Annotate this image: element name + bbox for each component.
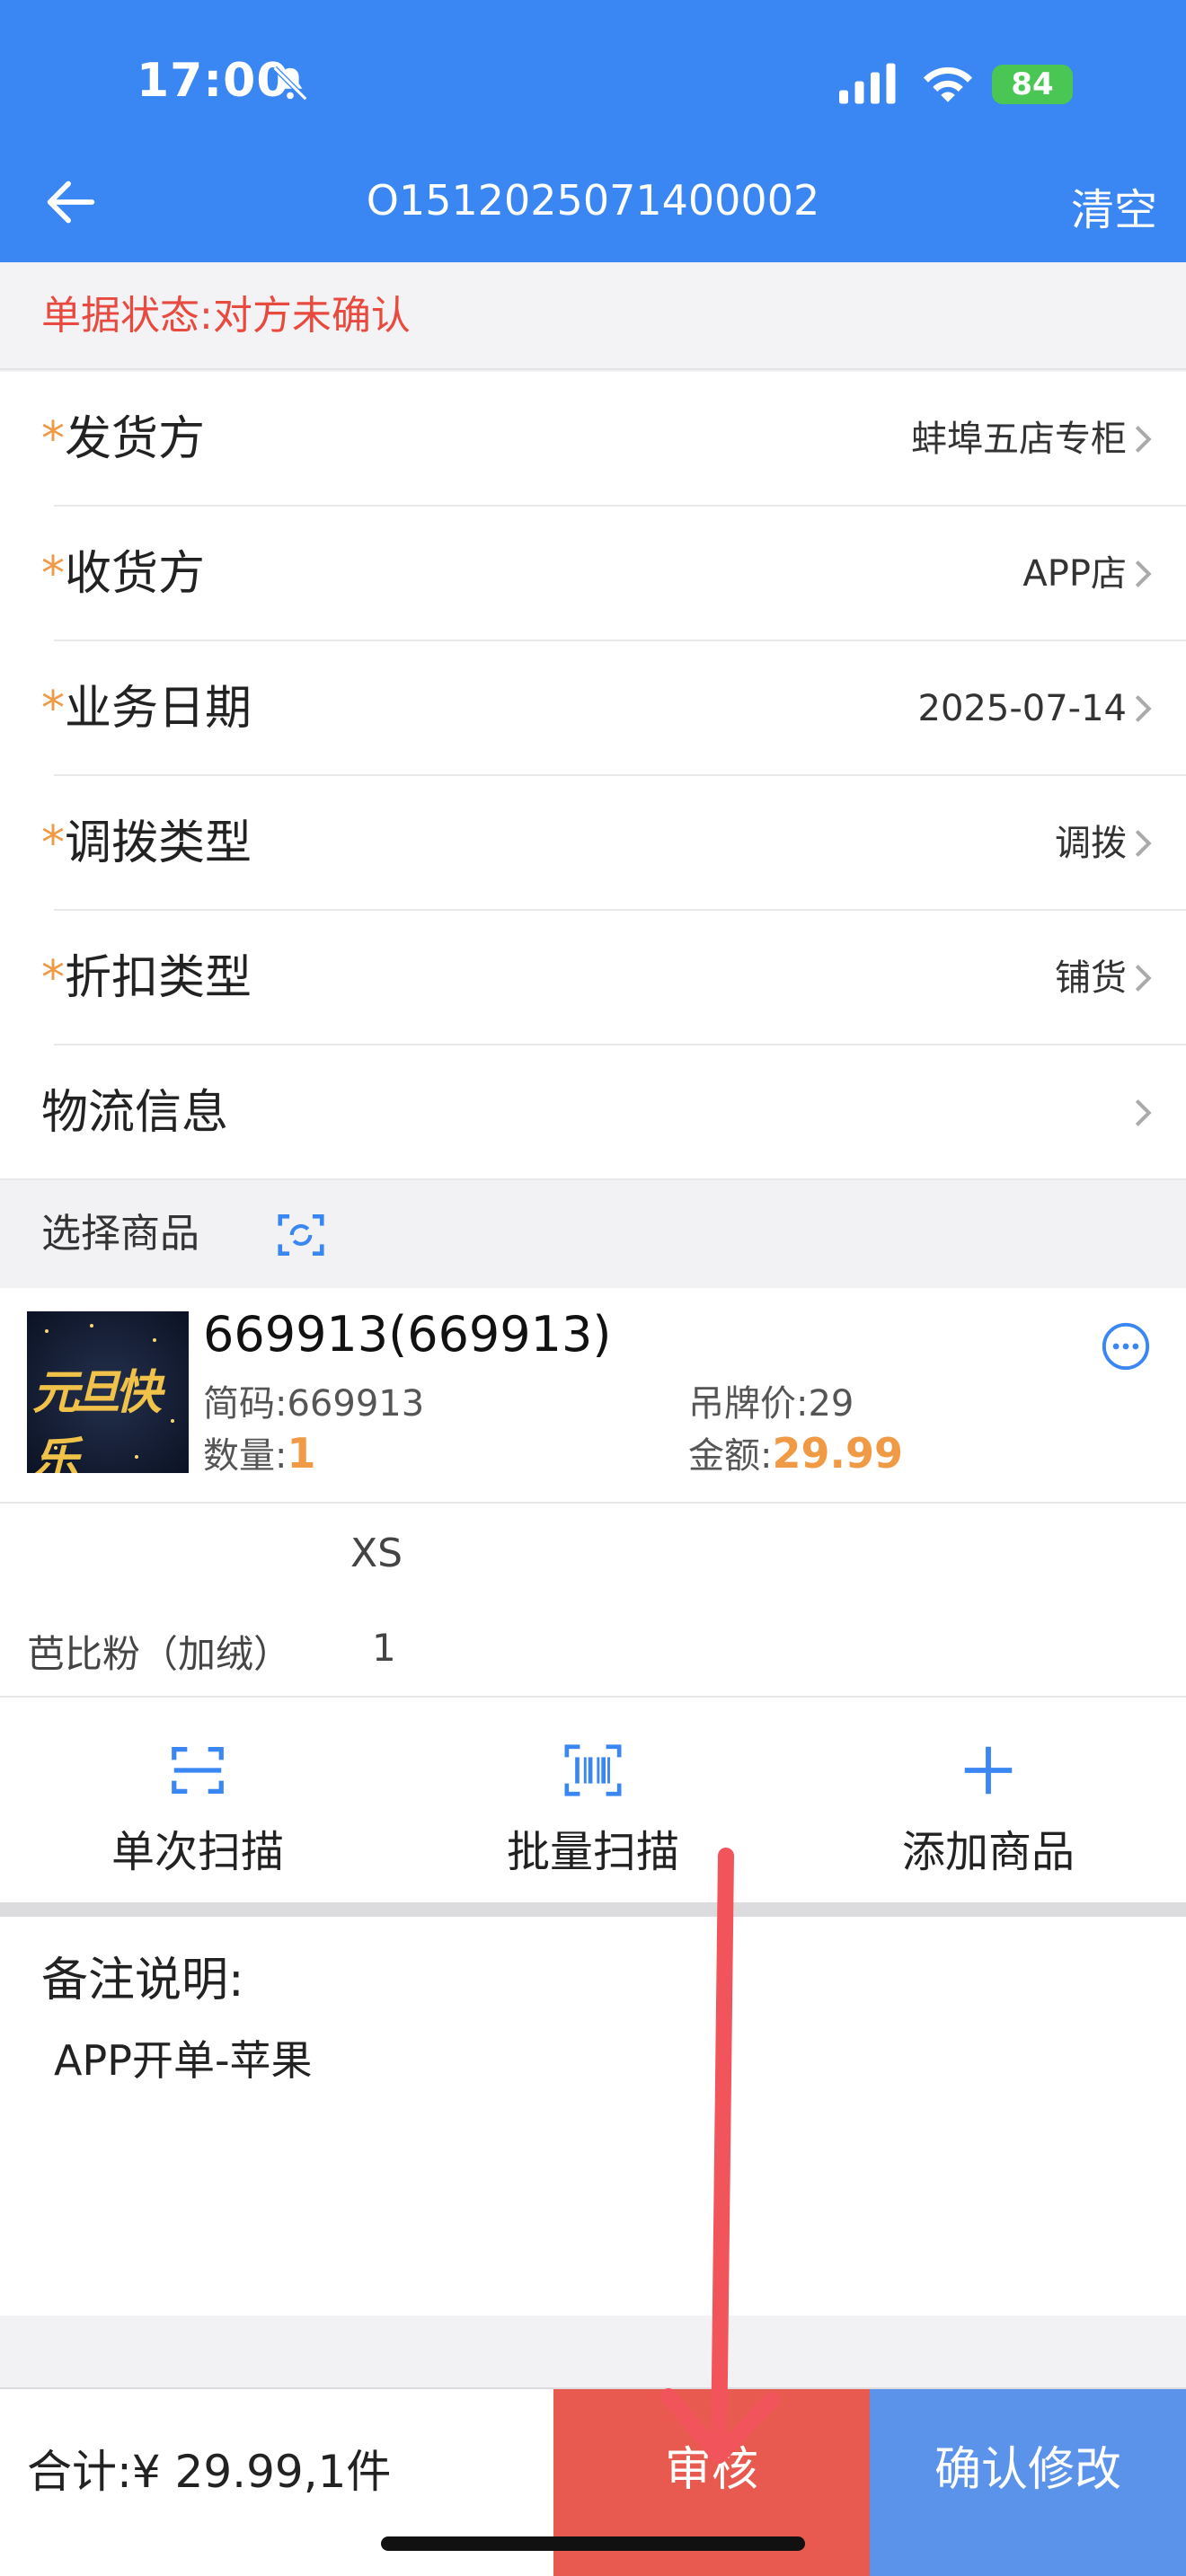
product-code: 简码:669913 xyxy=(203,1383,425,1425)
chevron-right-icon xyxy=(1135,965,1152,992)
row-value: 铺货 xyxy=(1055,957,1127,999)
page-title: O1512025071400002 xyxy=(366,176,820,225)
home-indicator xyxy=(381,2536,805,2551)
chevron-right-icon xyxy=(1135,426,1152,453)
row-value: 蚌埠五店专柜 xyxy=(911,419,1127,460)
row-label: 物流信息 xyxy=(41,1086,229,1140)
bell-muted-icon xyxy=(272,66,308,101)
section-divider xyxy=(0,1902,1186,1917)
row-value: 调拨 xyxy=(1055,823,1127,864)
form-row-logistics[interactable]: 物流信息 xyxy=(0,1045,1186,1180)
wifi-icon xyxy=(923,66,973,102)
required-mark: * xyxy=(41,412,65,466)
row-label: 折扣类型 xyxy=(65,951,252,1005)
form-row-shipper[interactable]: *发货方 蚌埠五店专柜 xyxy=(0,372,1186,507)
remarks-section[interactable]: 备注说明: APP开单-苹果 xyxy=(0,1917,1186,2316)
product-amount: 金额:29.99 xyxy=(688,1429,903,1478)
plus-icon xyxy=(964,1746,1013,1795)
select-products-header: 选择商品 xyxy=(0,1180,1186,1288)
row-label: 业务日期 xyxy=(65,682,252,736)
status-time: 17:00 xyxy=(137,54,290,108)
total-summary: 合计:¥ 29.99,1件 xyxy=(27,2446,392,2498)
single-scan-button[interactable]: 单次扫描 xyxy=(0,1698,395,1902)
more-options-icon[interactable] xyxy=(1100,1320,1152,1372)
product-quantity: 数量:1 xyxy=(203,1429,316,1478)
required-mark: * xyxy=(41,682,65,736)
action-label: 单次扫描 xyxy=(111,1827,284,1877)
remarks-title: 备注说明: xyxy=(41,1954,244,2007)
form-row-business-date[interactable]: *业务日期 2025-07-14 xyxy=(0,641,1186,776)
row-value: APP店 xyxy=(1022,553,1127,595)
clear-button[interactable]: 清空 xyxy=(1071,174,1157,237)
form-list: *发货方 蚌埠五店专柜 *收货方 APP店 *业务日期 2025-07-14 *… xyxy=(0,372,1186,1180)
required-mark: * xyxy=(41,547,65,601)
chevron-right-icon xyxy=(1135,560,1152,587)
row-label: 发货方 xyxy=(65,412,206,466)
required-mark: * xyxy=(41,951,65,1005)
batch-scan-button[interactable]: 批量扫描 xyxy=(395,1698,791,1902)
chevron-right-icon xyxy=(1135,1099,1152,1126)
scan-frame-icon xyxy=(172,1747,224,1794)
confirm-edit-button[interactable]: 确认修改 xyxy=(870,2389,1186,2576)
required-mark: * xyxy=(41,816,65,870)
product-name: 669913(669913) xyxy=(203,1306,612,1363)
action-bar: 单次扫描 批量扫描 添加商品 xyxy=(0,1698,1186,1902)
signal-icon xyxy=(839,63,896,104)
row-label: 收货方 xyxy=(65,547,206,601)
color-label: 芭比粉（加绒） xyxy=(27,1632,292,1676)
row-label: 调拨类型 xyxy=(65,816,252,870)
form-row-discount-type[interactable]: *折扣类型 铺货 xyxy=(0,911,1186,1045)
app-header: 17:00 84 O1512025071400002 清空 xyxy=(0,0,1186,262)
form-row-receiver[interactable]: *收货方 APP店 xyxy=(0,507,1186,641)
barcode-icon xyxy=(564,1744,622,1796)
scan-refresh-icon[interactable] xyxy=(273,1207,329,1263)
add-product-button[interactable]: 添加商品 xyxy=(791,1698,1186,1902)
thumbnail-text: 元旦快乐 xyxy=(32,1366,162,1473)
remarks-text[interactable]: APP开单-苹果 xyxy=(54,2028,313,2087)
product-card[interactable]: 元旦快乐 669913(669913) 简码:669913 吊牌价:29 数量:… xyxy=(0,1288,1186,1504)
size-color-grid: XS 芭比粉（加绒） 1 xyxy=(0,1504,1186,1698)
grid-quantity-cell[interactable]: 1 xyxy=(372,1626,396,1670)
product-thumbnail: 元旦快乐 xyxy=(27,1311,189,1473)
select-products-label: 选择商品 xyxy=(41,1211,199,1257)
size-header: XS xyxy=(350,1531,403,1576)
chevron-right-icon xyxy=(1135,695,1152,722)
action-label: 批量扫描 xyxy=(506,1827,679,1877)
row-value: 2025-07-14 xyxy=(917,688,1127,729)
action-label: 添加商品 xyxy=(901,1827,1075,1877)
chevron-right-icon xyxy=(1135,830,1152,857)
form-row-transfer-type[interactable]: *调拨类型 调拨 xyxy=(0,776,1186,911)
document-status: 单据状态:对方未确认 xyxy=(0,262,1186,370)
battery-indicator: 84 xyxy=(992,65,1073,104)
product-tag-price: 吊牌价:29 xyxy=(688,1383,854,1425)
